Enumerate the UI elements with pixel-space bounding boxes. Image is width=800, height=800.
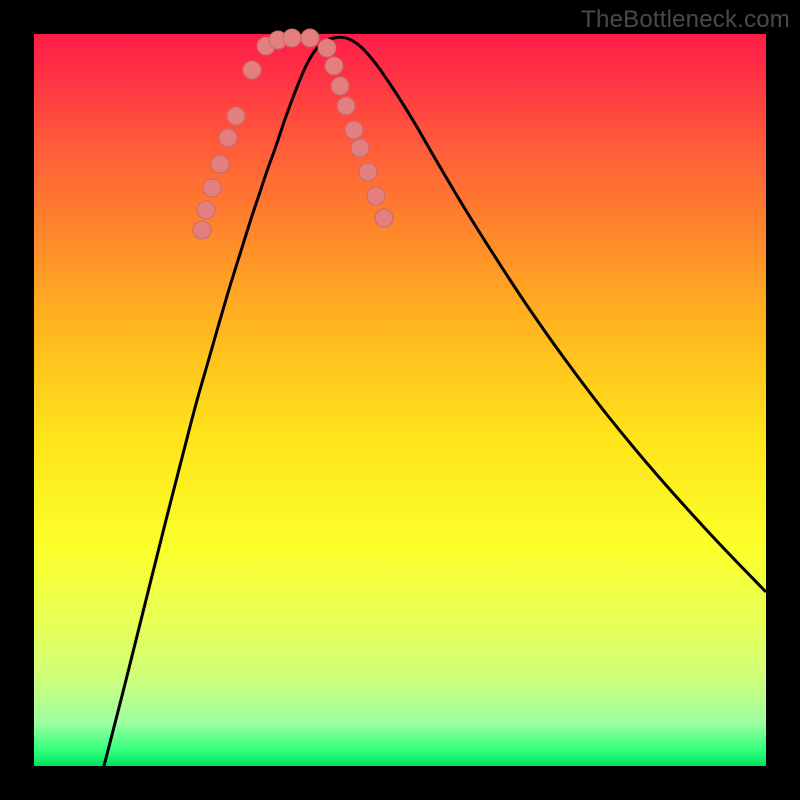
curve-marker [331,77,349,95]
curve-marker [219,129,237,147]
curve-marker [325,57,343,75]
curve-markers [193,29,393,239]
curve-marker [375,209,393,227]
chart-frame: TheBottleneck.com [0,0,800,800]
attribution-label: TheBottleneck.com [581,6,790,34]
curve-marker [243,61,261,79]
curve-marker [203,179,221,197]
curve-marker [367,187,385,205]
curve-marker [337,97,355,115]
curve-marker [301,29,319,47]
curve-marker [359,163,377,181]
curve-marker [227,107,245,125]
curve-marker [318,39,336,57]
curve-marker [197,201,215,219]
bottleneck-curve [104,37,766,766]
curve-layer [34,34,766,766]
curve-marker [345,121,363,139]
curve-marker [211,155,229,173]
curve-marker [351,139,369,157]
curve-marker [193,221,211,239]
curve-marker [283,29,301,47]
